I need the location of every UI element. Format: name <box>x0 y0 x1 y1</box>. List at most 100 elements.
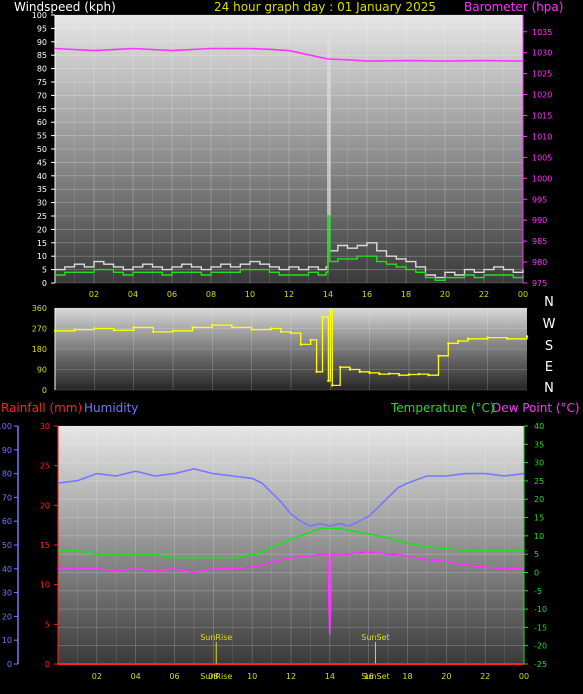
wind-x-tick-label: 22 <box>479 290 489 299</box>
direction-y-tick-label: 0 <box>42 386 47 395</box>
rain-y-tick-label: 5 <box>45 620 50 629</box>
wind-direction-point <box>331 384 334 387</box>
wind-direction-point <box>315 370 318 373</box>
climate-x-tick-label: 00 <box>519 672 529 681</box>
wind-direction-point <box>132 326 135 329</box>
wind-x-tick-label: 02 <box>89 290 99 299</box>
wind-direction-point <box>73 328 76 331</box>
temp-y-tick-label: 30 <box>534 459 544 468</box>
wind-y-tick-label: 85 <box>37 51 47 60</box>
wind-direction-point <box>388 372 391 375</box>
temp-y-tick-label: -10 <box>534 605 547 614</box>
wind-direction-point <box>250 328 253 331</box>
humidity-y-tick-label: 30 <box>2 589 12 598</box>
baro-y-tick-label: 1015 <box>532 112 552 121</box>
baro-y-tick-label: 985 <box>532 237 547 246</box>
climate-x-tick-label: 10 <box>247 672 257 681</box>
wind-direction-point <box>427 373 430 377</box>
humidity-y-tick-label: 60 <box>2 517 12 526</box>
rain-y-tick-label: 25 <box>40 462 50 471</box>
wind-x-tick-label: 08 <box>206 290 216 299</box>
temp-y-tick-label: 15 <box>534 514 544 523</box>
temp-y-tick-label: 0 <box>534 568 539 577</box>
wind-direction-point <box>53 329 57 332</box>
rain-y-tick-label: 15 <box>40 541 50 550</box>
wind-direction-point <box>417 372 421 376</box>
wind-direction-point <box>486 336 489 339</box>
wind-x-tick-label: 20 <box>440 290 450 299</box>
wind-direction-point <box>309 338 312 342</box>
rain-y-tick-label: 0 <box>45 660 50 669</box>
chart-canvas: 0510152025303540455055606570758085909510… <box>0 11 556 681</box>
temp-y-tick-label: 40 <box>534 422 544 431</box>
baro-y-tick-label: 975 <box>532 279 547 288</box>
sun-marker-bottom-label: SunRise <box>200 672 232 681</box>
wind-direction-point <box>466 337 470 340</box>
wind-direction-point <box>358 370 362 373</box>
compass-label: N <box>544 295 554 310</box>
wind-direction-point <box>171 329 175 332</box>
wind-y-tick-label: 65 <box>37 105 47 114</box>
wind-y-tick-label: 75 <box>37 78 47 87</box>
climate-x-tick-label: 12 <box>286 672 296 681</box>
wind-direction-point <box>525 335 529 338</box>
temp-y-tick-label: -25 <box>534 660 547 669</box>
wind-y-tick-label: 90 <box>37 38 47 47</box>
compass-label: W <box>543 317 556 332</box>
wind-direction-point <box>456 339 460 343</box>
temp-y-tick-label: -15 <box>534 623 547 632</box>
humidity-y-tick-label: 70 <box>2 493 12 502</box>
wind-direction-point <box>368 371 371 375</box>
wind-y-tick-label: 30 <box>37 199 47 208</box>
weather-graph: Windspeed (kph) 24 hour graph day : 01 J… <box>0 0 583 694</box>
wind-x-tick-label: 14 <box>323 290 333 299</box>
wind-direction-point <box>289 331 293 335</box>
baro-y-tick-label: 1010 <box>532 132 552 141</box>
wind-direction-point <box>152 330 155 334</box>
sun-marker-bottom-label: SunSet <box>361 672 389 681</box>
wind-y-tick-label: 0 <box>42 279 47 288</box>
humidity-y-tick-label: 40 <box>2 565 12 574</box>
wind-y-tick-label: 100 <box>32 11 47 20</box>
wind-direction-point <box>397 373 401 377</box>
wind-direction-point <box>506 337 509 340</box>
climate-x-tick-label: 06 <box>169 672 179 681</box>
rain-y-tick-label: 20 <box>40 501 50 510</box>
temp-y-tick-label: -5 <box>534 587 542 596</box>
wind-direction-point <box>338 366 342 369</box>
baro-y-tick-label: 1005 <box>532 153 552 162</box>
rain-y-tick-label: 10 <box>40 581 50 590</box>
wind-y-tick-label: 45 <box>37 158 47 167</box>
wind-direction-point <box>211 323 214 327</box>
baro-y-tick-label: 1025 <box>532 70 552 79</box>
baro-y-tick-label: 990 <box>532 216 547 225</box>
temp-y-tick-label: 10 <box>534 532 544 541</box>
wind-x-tick-label: 12 <box>284 290 294 299</box>
wind-y-tick-label: 40 <box>37 172 47 181</box>
baro-y-tick-label: 1035 <box>532 28 552 37</box>
wind-y-tick-label: 95 <box>37 24 47 33</box>
wind-y-tick-label: 20 <box>37 225 47 234</box>
humidity-y-tick-label: 10 <box>2 636 12 645</box>
baro-y-tick-label: 1030 <box>532 49 552 58</box>
wind-y-tick-label: 35 <box>37 185 47 194</box>
wind-direction-point <box>299 343 303 346</box>
baro-y-tick-label: 1020 <box>532 91 552 100</box>
wind-y-tick-label: 70 <box>37 91 47 100</box>
wind-y-tick-label: 15 <box>37 239 47 248</box>
wind-y-tick-label: 10 <box>37 252 47 261</box>
wind-direction-point <box>191 326 194 329</box>
wind-y-tick-label: 60 <box>37 118 47 127</box>
climate-x-tick-label: 20 <box>441 672 451 681</box>
wind-x-tick-label: 10 <box>245 290 255 299</box>
temp-y-tick-label: 20 <box>534 495 544 504</box>
humidity-y-tick-label: 90 <box>2 446 12 455</box>
direction-y-tick-label: 360 <box>32 304 47 313</box>
compass-label: E <box>545 360 553 375</box>
wind-direction-point <box>230 326 234 329</box>
wind-direction-point <box>270 327 273 330</box>
temp-y-tick-label: 25 <box>534 477 544 486</box>
humidity-y-tick-label: 20 <box>2 612 12 621</box>
climate-x-tick-label: 14 <box>325 672 335 681</box>
wind-x-tick-label: 00 <box>518 290 528 299</box>
